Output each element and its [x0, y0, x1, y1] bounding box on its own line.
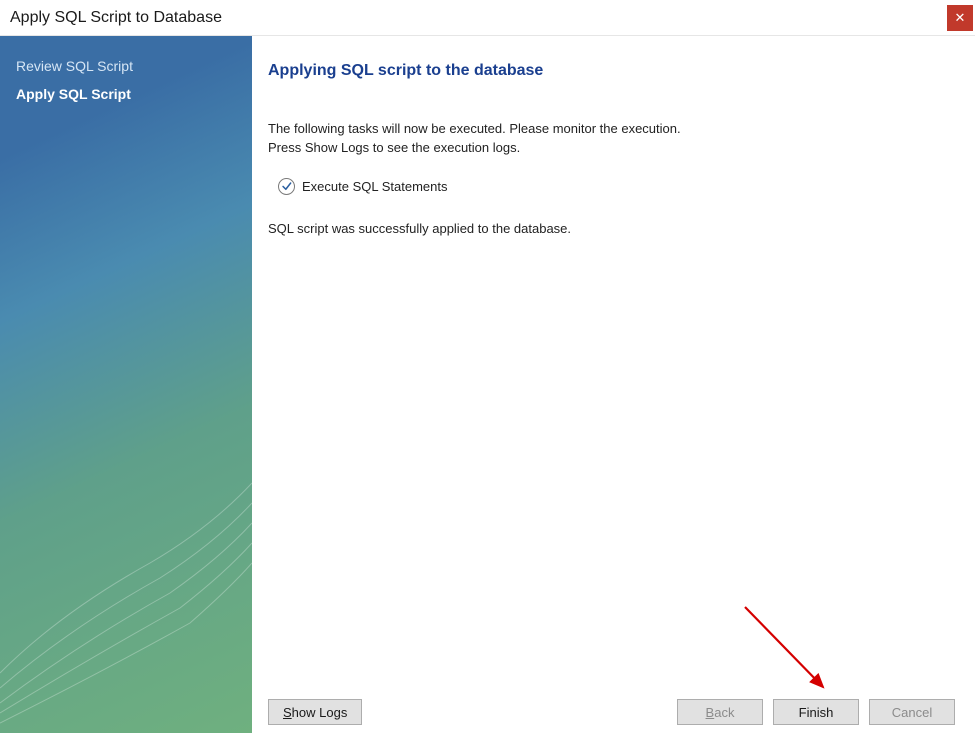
task-label: Execute SQL Statements [302, 179, 447, 194]
show-logs-rest: how Logs [292, 705, 348, 720]
footer-right-buttons: Back Finish Cancel [677, 699, 955, 725]
window-title: Apply SQL Script to Database [10, 9, 222, 27]
dialog-content: Review SQL Script Apply SQL Script Apply… [0, 36, 975, 733]
titlebar: Apply SQL Script to Database ✕ [0, 0, 975, 36]
main-panel: Applying SQL script to the database The … [252, 36, 975, 733]
close-button[interactable]: ✕ [947, 5, 973, 31]
wizard-sidebar: Review SQL Script Apply SQL Script [0, 36, 252, 733]
sidebar-decor [0, 413, 252, 733]
checkmark-icon [278, 178, 295, 195]
show-logs-button[interactable]: Show Logs [268, 699, 362, 725]
annotation-arrow-icon [735, 599, 855, 699]
sidebar-item-apply-sql[interactable]: Apply SQL Script [0, 82, 252, 110]
finish-button[interactable]: Finish [773, 699, 859, 725]
instruction-line-2: Press Show Logs to see the execution log… [268, 139, 955, 157]
cancel-button: Cancel [869, 699, 955, 725]
instruction-line-1: The following tasks will now be executed… [268, 120, 955, 138]
back-button: Back [677, 699, 763, 725]
dialog-footer: Show Logs Back Finish Cancel [268, 699, 955, 725]
close-icon: ✕ [955, 10, 966, 26]
status-message: SQL script was successfully applied to t… [268, 221, 955, 236]
task-row: Execute SQL Statements [278, 178, 955, 195]
sidebar-item-review-sql[interactable]: Review SQL Script [0, 54, 252, 82]
page-heading: Applying SQL script to the database [268, 62, 955, 80]
